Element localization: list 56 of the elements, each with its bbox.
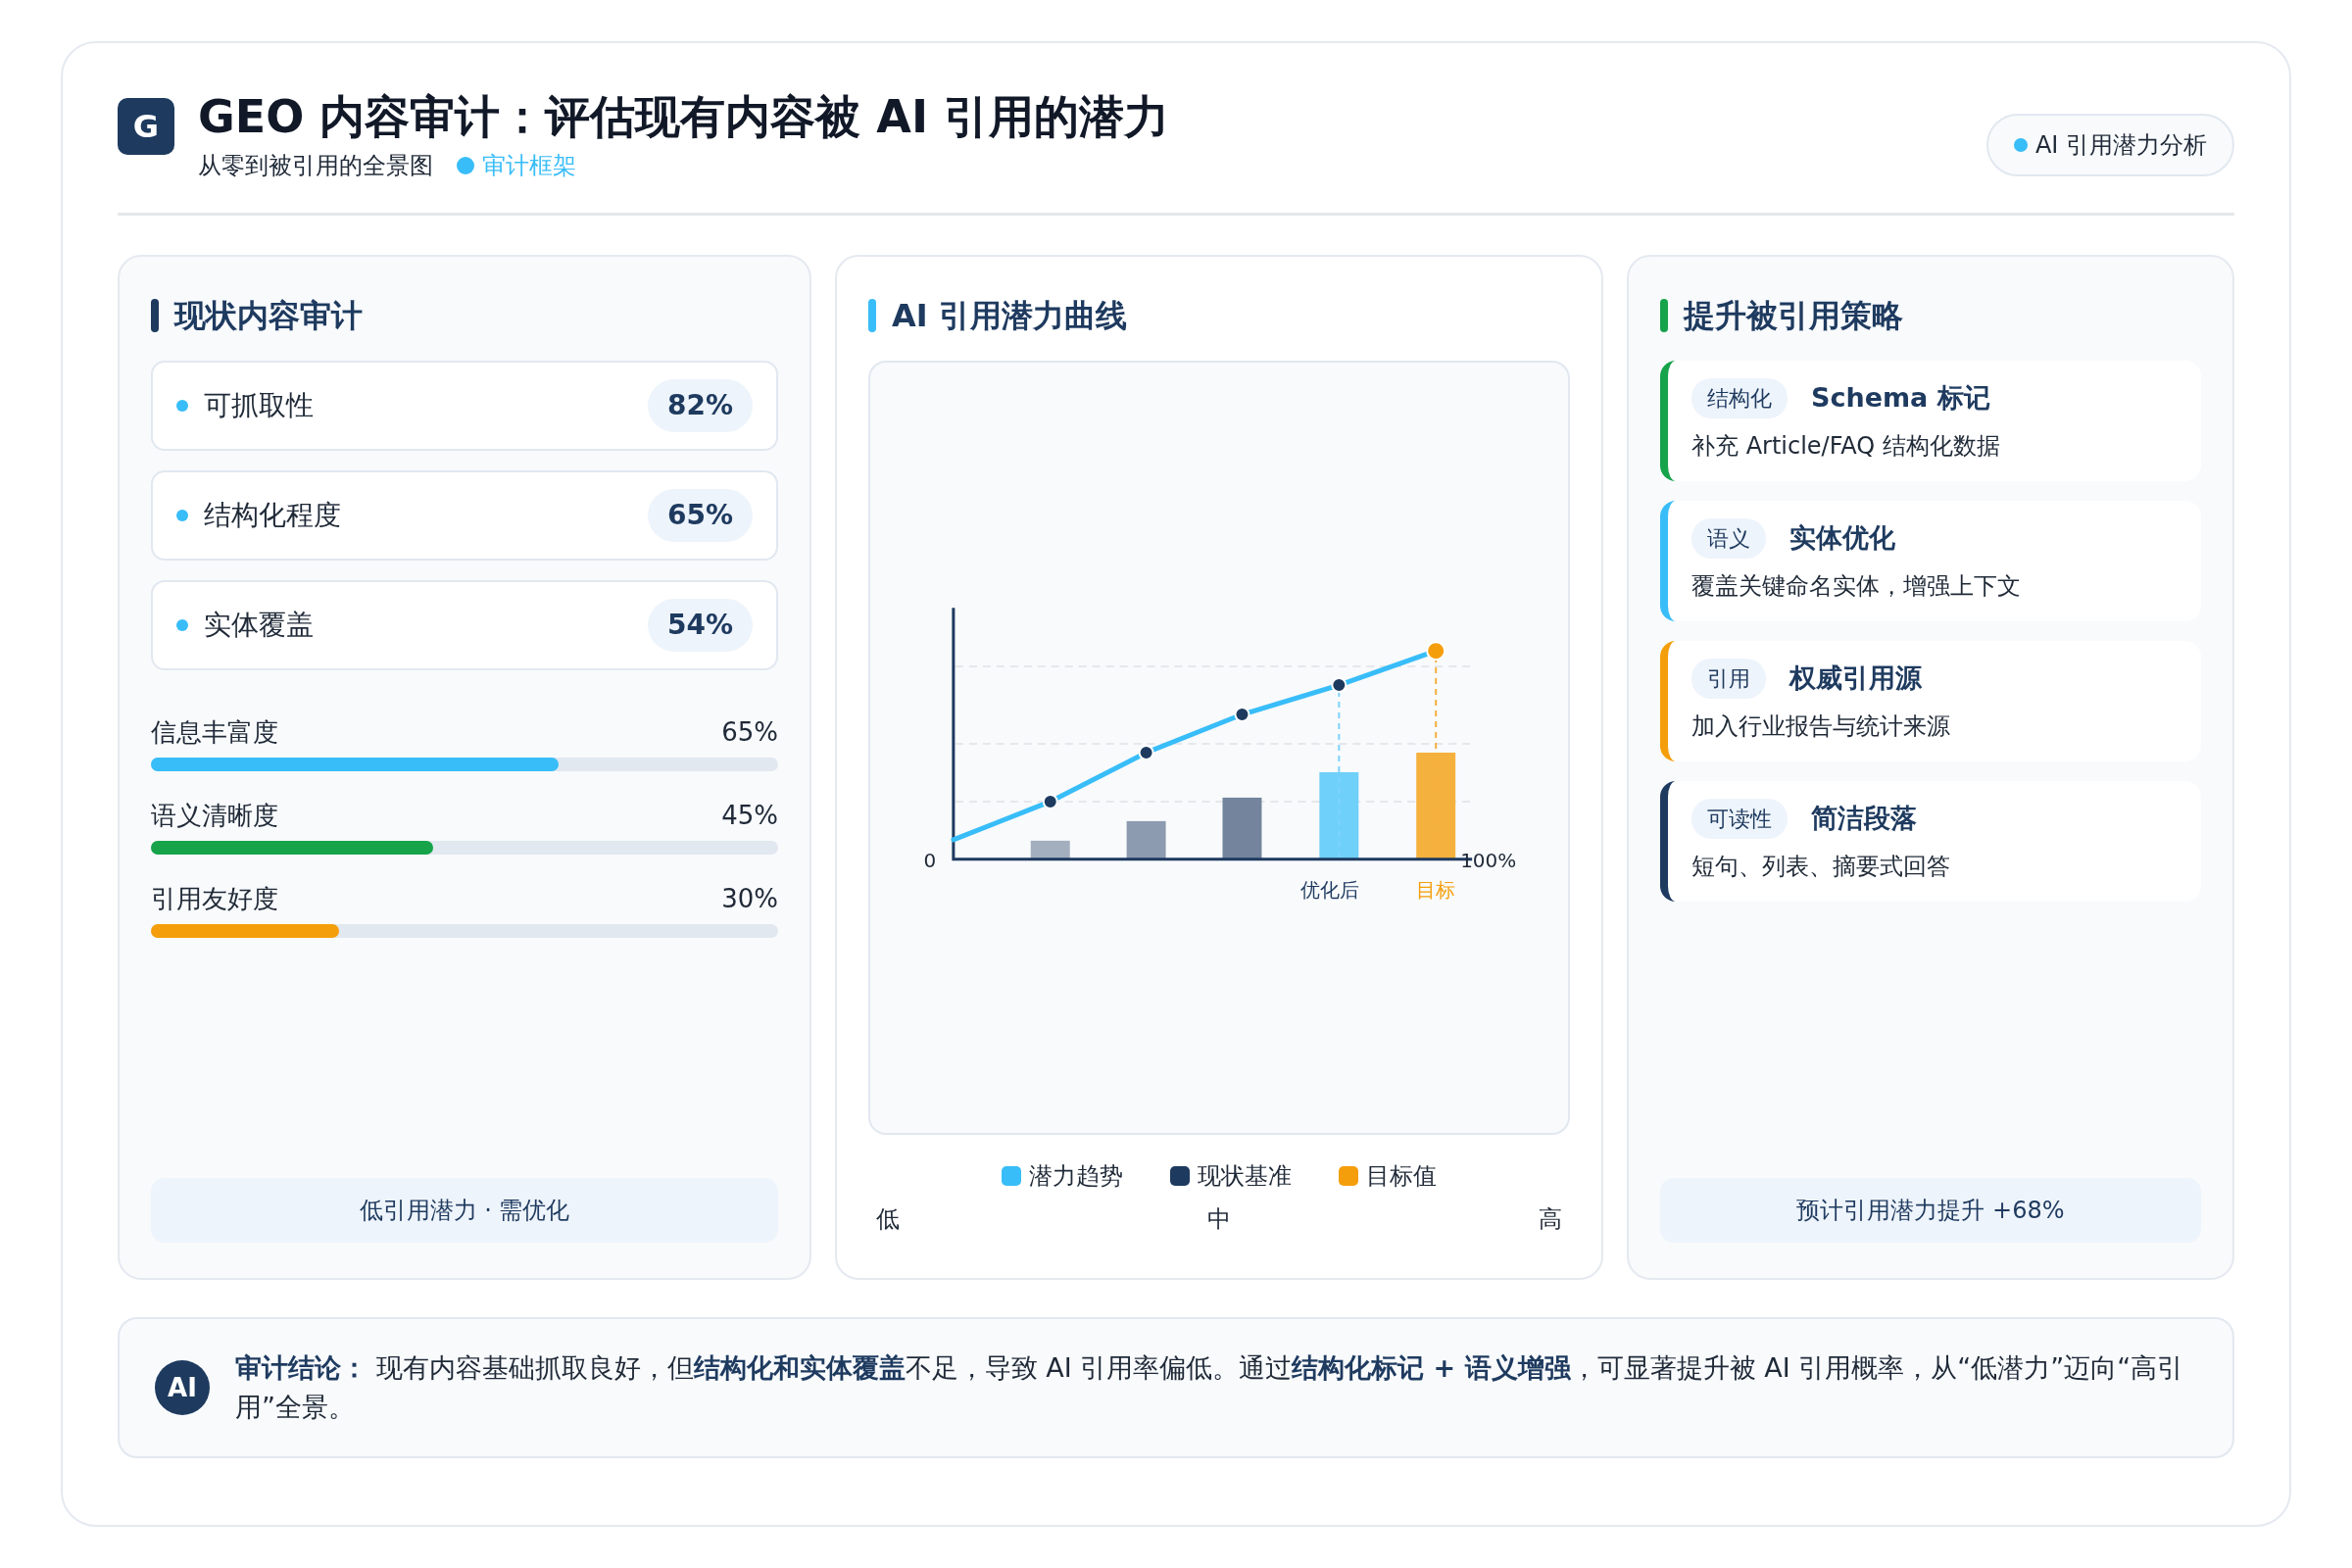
strategy-title: 实体优化 [1789, 521, 1895, 556]
strategy-description: 补充 Article/FAQ 结构化数据 [1691, 431, 2001, 463]
legend-label: 目标值 [1366, 1161, 1437, 1193]
bar-label: 目标 [1416, 877, 1456, 902]
axis-label: 100% [1460, 849, 1517, 872]
bar-reading: 65% [721, 716, 778, 750]
bullet-icon [176, 510, 188, 522]
bar [1126, 821, 1166, 860]
panel-title: AI 引用潜力曲线 [892, 296, 1127, 337]
strategy-title: 权威引用源 [1789, 662, 1922, 696]
bar-label: 信息丰富度 [151, 716, 278, 750]
strategy-description: 加入行业报告与统计来源 [1691, 711, 1951, 743]
page-subtitle: 从零到被引用的全景图 [198, 151, 433, 182]
metric-value: 54% [647, 599, 753, 653]
scale-label: 低 [876, 1204, 900, 1236]
logo-icon: G [118, 98, 174, 155]
strategy-description: 覆盖关键命名实体，增强上下文 [1691, 571, 2022, 603]
legend-label: 现状基准 [1198, 1161, 1292, 1193]
metric-label: 实体覆盖 [204, 608, 314, 644]
metric-label: 结构化程度 [204, 498, 341, 534]
bar-label: 语义清晰度 [151, 800, 278, 833]
bullet-icon [176, 619, 188, 632]
legend-label: 潜力趋势 [1029, 1161, 1123, 1193]
target-point [1426, 641, 1446, 662]
strategy-tag: 可读性 [1691, 799, 1788, 840]
strategy-title: Schema 标记 [1811, 381, 1990, 416]
bullet-icon [176, 400, 188, 413]
scale-label: 中 [1207, 1204, 1231, 1236]
strategy-description: 短句、列表、摘要式回答 [1691, 852, 1951, 883]
bar [1222, 798, 1262, 860]
data-point [1138, 745, 1154, 761]
strategy-tag: 结构化 [1691, 378, 1788, 419]
bar-reading: 30% [721, 883, 778, 916]
axis-label: 0 [923, 849, 937, 872]
conclusion-text: 审计结论： 现有内容基础抓取良好，但结构化和实体覆盖不足，导致 AI 引用率偏低。通过结构化标记 + 语义增强，可显著提升被 AI 引用概率，从“低潜力”迈向“高引用”全景。 [235, 1350, 2185, 1425]
strategy-title: 简洁段落 [1811, 802, 1917, 836]
bar-reading: 45% [721, 800, 778, 833]
bar-label: 优化后 [1300, 877, 1360, 902]
tag-label: 审计框架 [482, 151, 576, 182]
data-point [1042, 794, 1058, 810]
metric-label: 可抓取性 [204, 388, 314, 424]
bar-label: 引用友好度 [151, 883, 278, 916]
ai-icon: AI [155, 1360, 210, 1416]
panel-title: 现状内容审计 [174, 296, 363, 337]
strategy-tag: 引用 [1691, 659, 1766, 700]
metric-value: 65% [647, 489, 753, 543]
panel-footer: 低引用潜力 · 需优化 [151, 1178, 778, 1244]
panel-footer: 预计引用潜力提升 +68% [1660, 1178, 2201, 1244]
scale-label: 高 [1539, 1204, 1562, 1236]
page-title: GEO 内容审计：评估现有内容被 AI 引用的潜力 [198, 90, 1170, 145]
panel-title: 提升被引用策略 [1684, 296, 1903, 337]
strategy-tag: 语义 [1691, 518, 1766, 560]
badge-label: AI 引用潜力分析 [2034, 130, 2207, 161]
data-point [1331, 677, 1348, 694]
metric-value: 82% [647, 379, 753, 433]
data-point [1234, 707, 1250, 723]
